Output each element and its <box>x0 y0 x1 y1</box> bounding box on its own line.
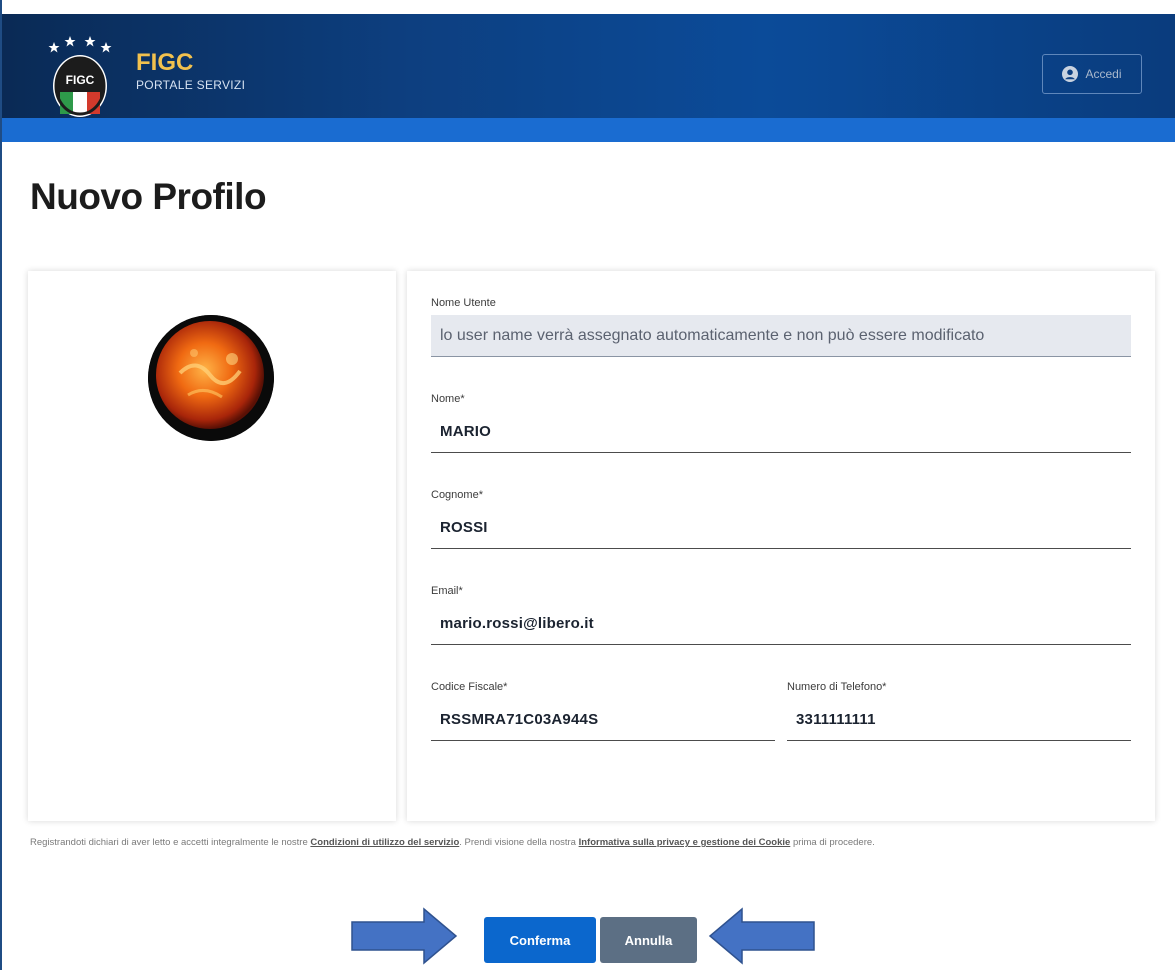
login-button[interactable]: Accedi <box>1042 54 1142 94</box>
email-value: mario.rossi@libero.it <box>440 615 594 632</box>
username-field: Nome Utente lo user name verrà assegnato… <box>431 297 1131 357</box>
telefono-label: Numero di Telefono* <box>787 681 887 693</box>
telefono-field: Numero di Telefono* 3311111111 <box>787 681 1131 741</box>
nome-label: Nome* <box>431 393 465 405</box>
page-title: Nuovo Profilo <box>30 176 267 217</box>
left-border <box>0 0 2 970</box>
brand-name: FIGC <box>136 49 194 76</box>
profile-form: Nome Utente lo user name verrà assegnato… <box>407 271 1155 821</box>
login-label: Accedi <box>1085 67 1122 81</box>
cognome-label: Cognome* <box>431 489 483 501</box>
codice-fiscale-field: Codice Fiscale* RSSMRA71C03A944S <box>431 681 775 741</box>
email-input[interactable]: mario.rossi@libero.it <box>431 603 1131 645</box>
arrow-left-icon <box>708 907 815 965</box>
cancel-button[interactable]: Annulla <box>600 917 697 963</box>
svg-text:FIGC: FIGC <box>66 73 95 87</box>
legal-text-1: Registrandoti dichiari di aver letto e a… <box>30 837 311 848</box>
telefono-value: 3311111111 <box>796 711 876 728</box>
codice-fiscale-input[interactable]: RSSMRA71C03A944S <box>431 699 775 741</box>
cognome-input[interactable]: ROSSI <box>431 507 1131 549</box>
nome-input[interactable]: MARIO <box>431 411 1131 453</box>
confirm-button[interactable]: Conferma <box>484 917 596 963</box>
user-icon <box>1062 66 1079 82</box>
username-label: Nome Utente <box>431 297 496 309</box>
site-header: FIGC FIGC PORTALE SERVIZI Accedi <box>2 14 1175 118</box>
nome-value: MARIO <box>440 423 491 440</box>
figc-logo[interactable]: FIGC <box>46 36 114 120</box>
brand-subtitle: PORTALE SERVIZI <box>136 78 246 92</box>
sun-image <box>148 315 274 441</box>
cognome-field: Cognome* ROSSI <box>431 489 1131 549</box>
telefono-input[interactable]: 3311111111 <box>787 699 1131 741</box>
legal-text-3: prima di procedere. <box>790 837 875 848</box>
codice-fiscale-label: Codice Fiscale* <box>431 681 508 693</box>
legal-text-2: . Prendi visione della nostra <box>459 837 579 848</box>
username-placeholder: lo user name verrà assegnato automaticam… <box>440 326 985 344</box>
privacy-link[interactable]: Informativa sulla privacy e gestione dei… <box>579 837 791 848</box>
nome-field: Nome* MARIO <box>431 393 1131 453</box>
email-field: Email* mario.rossi@libero.it <box>431 585 1131 645</box>
avatar[interactable] <box>148 315 274 441</box>
terms-link[interactable]: Condizioni di utilizzo del servizio <box>310 837 459 848</box>
header-strip <box>2 118 1175 142</box>
avatar-card <box>28 271 396 821</box>
codice-fiscale-value: RSSMRA71C03A944S <box>440 711 599 728</box>
arrow-right-icon <box>351 907 458 965</box>
brand[interactable]: FIGC PORTALE SERVIZI <box>136 49 246 93</box>
email-label: Email* <box>431 585 463 597</box>
cognome-value: ROSSI <box>440 519 488 536</box>
legal-notice: Registrandoti dichiari di aver letto e a… <box>30 837 875 848</box>
username-input[interactable]: lo user name verrà assegnato automaticam… <box>431 315 1131 357</box>
